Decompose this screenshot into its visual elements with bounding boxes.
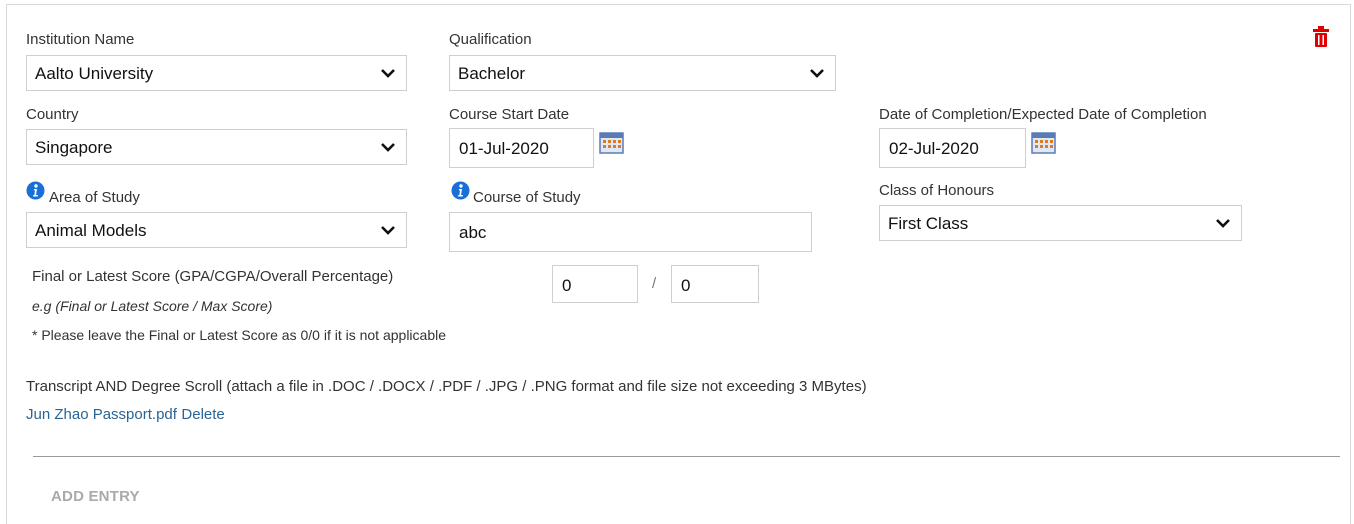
score-example: e.g (Final or Latest Score / Max Score): [32, 298, 273, 314]
area-of-study-select[interactable]: Animal Models: [26, 212, 407, 248]
course-of-study-input[interactable]: abc: [449, 212, 812, 252]
country-value: Singapore: [35, 138, 113, 157]
add-entry-button[interactable]: ADD ENTRY: [51, 488, 140, 505]
area-of-study-label: Area of Study: [49, 189, 140, 206]
qualification-value: Bachelor: [458, 64, 526, 83]
attachment-delete-link[interactable]: Delete: [181, 406, 224, 423]
completion-value: 02-Jul-2020: [889, 139, 979, 158]
max-score-value: 0: [681, 276, 691, 295]
class-of-honours-label: Class of Honours: [879, 182, 995, 199]
attachment-row: Jun Zhao Passport.pdf Delete: [26, 406, 225, 424]
course-start-label: Course Start Date: [449, 106, 570, 123]
course-start-value: 01-Jul-2020: [459, 139, 549, 158]
institution-value: Aalto University: [35, 64, 154, 83]
education-entry-card: Institution Name Aalto University Qualif…: [6, 4, 1351, 524]
course-of-study-label: Course of Study: [473, 189, 581, 206]
calendar-icon[interactable]: [599, 132, 624, 154]
score-label: Final or Latest Score (GPA/CGPA/Overall …: [32, 268, 394, 285]
country-select[interactable]: Singapore: [26, 129, 407, 165]
country-label: Country: [26, 106, 79, 123]
qualification-label: Qualification: [449, 31, 532, 48]
course-start-input[interactable]: 01-Jul-2020: [449, 128, 594, 168]
class-of-honours-select[interactable]: First Class: [879, 205, 1242, 241]
score-input[interactable]: 0: [552, 265, 638, 303]
class-of-honours-value: First Class: [888, 214, 969, 233]
chevron-down-icon: [810, 69, 824, 78]
info-icon[interactable]: [26, 181, 45, 200]
divider: [33, 456, 1340, 457]
info-icon[interactable]: [451, 181, 470, 200]
area-of-study-value: Animal Models: [35, 221, 147, 240]
attachment-file-link[interactable]: Jun Zhao Passport.pdf: [26, 406, 177, 423]
trash-icon[interactable]: [1313, 26, 1329, 48]
score-separator: /: [652, 275, 657, 292]
chevron-down-icon: [381, 69, 395, 78]
course-of-study-value: abc: [459, 223, 487, 242]
chevron-down-icon: [1216, 219, 1230, 228]
completion-label: Date of Completion/Expected Date of Comp…: [879, 106, 1207, 123]
qualification-select[interactable]: Bachelor: [449, 55, 836, 91]
score-value: 0: [562, 276, 572, 295]
institution-select[interactable]: Aalto University: [26, 55, 407, 91]
institution-label: Institution Name: [26, 31, 135, 48]
completion-input[interactable]: 02-Jul-2020: [879, 128, 1026, 168]
max-score-input[interactable]: 0: [671, 265, 759, 303]
score-note: * Please leave the Final or Latest Score…: [32, 327, 447, 343]
chevron-down-icon: [381, 143, 395, 152]
transcript-label: Transcript AND Degree Scroll (attach a f…: [26, 378, 867, 395]
calendar-icon[interactable]: [1031, 132, 1056, 154]
chevron-down-icon: [381, 226, 395, 235]
